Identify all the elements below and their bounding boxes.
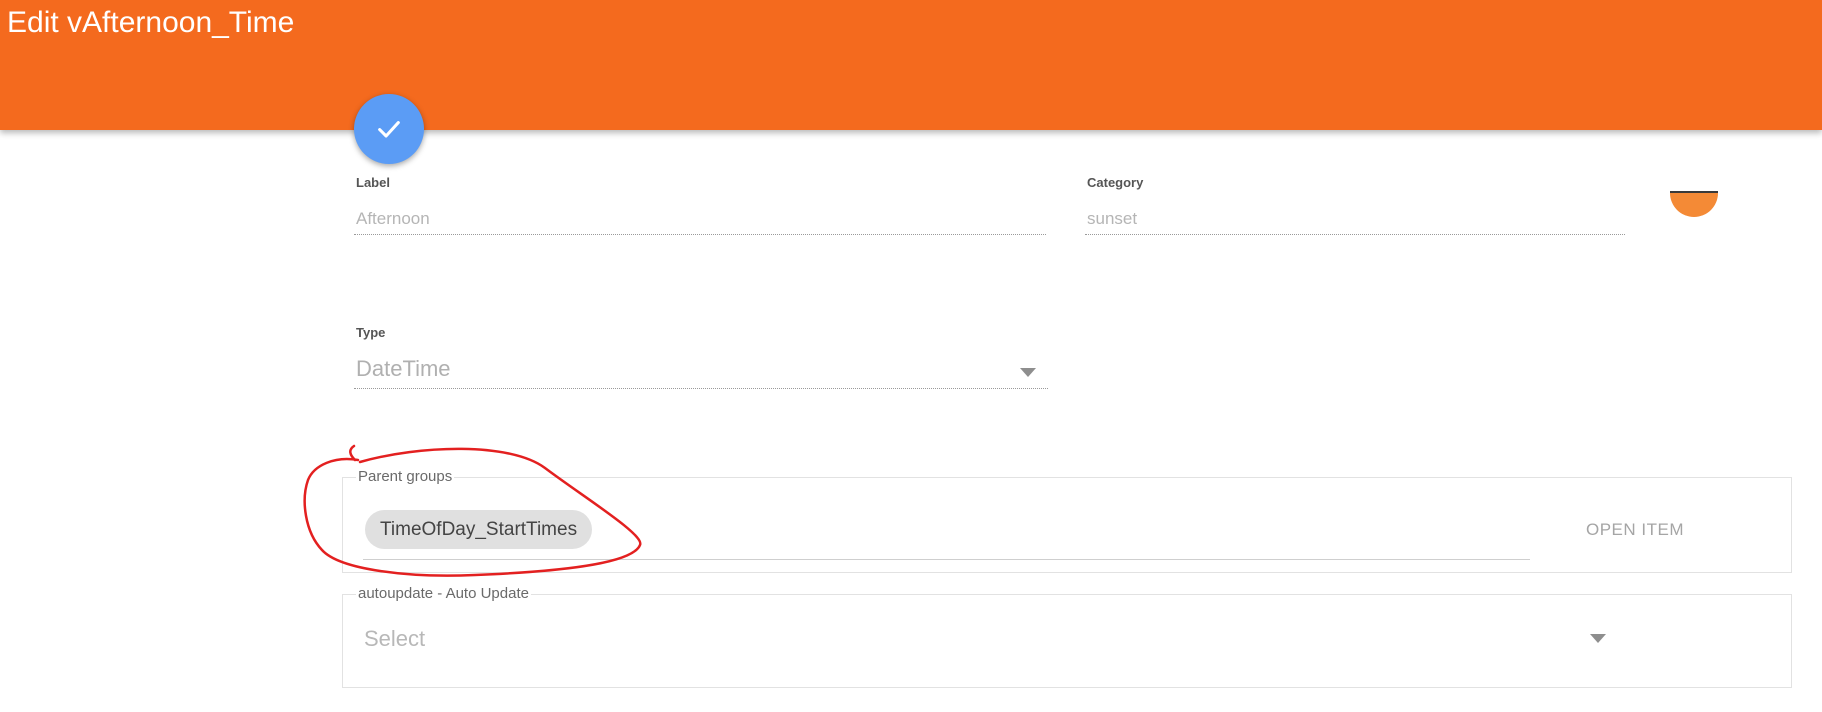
autoupdate-box (342, 594, 1792, 688)
category-field-caption: Category (1087, 175, 1144, 190)
chevron-down-icon[interactable] (1590, 634, 1606, 643)
parent-groups-input[interactable] (363, 559, 1530, 560)
label-field-underline (354, 234, 1046, 235)
edit-item-page: Edit vAfternoon_Time Label Afternoon Cat… (0, 0, 1822, 712)
label-field-caption: Label (356, 175, 390, 190)
category-field-input[interactable]: sunset (1087, 209, 1137, 229)
category-icon-button[interactable] (1670, 191, 1718, 217)
top-app-bar: Edit vAfternoon_Time (0, 0, 1822, 130)
chevron-down-icon[interactable] (1020, 368, 1036, 377)
category-field-underline (1085, 234, 1625, 235)
label-field-input[interactable]: Afternoon (356, 209, 430, 229)
parent-groups-legend: Parent groups (356, 468, 455, 485)
parent-group-chip[interactable]: TimeOfDay_StartTimes (365, 510, 593, 549)
check-icon (378, 121, 400, 138)
type-field-underline (354, 388, 1048, 389)
open-item-button[interactable]: OPEN ITEM (1586, 520, 1684, 540)
autoupdate-select[interactable]: Select (364, 626, 425, 652)
type-select[interactable]: DateTime (356, 356, 451, 382)
type-field-caption: Type (356, 325, 386, 340)
save-button[interactable] (354, 94, 424, 164)
page-title: Edit vAfternoon_Time (7, 6, 295, 39)
autoupdate-legend: autoupdate - Auto Update (356, 585, 531, 602)
